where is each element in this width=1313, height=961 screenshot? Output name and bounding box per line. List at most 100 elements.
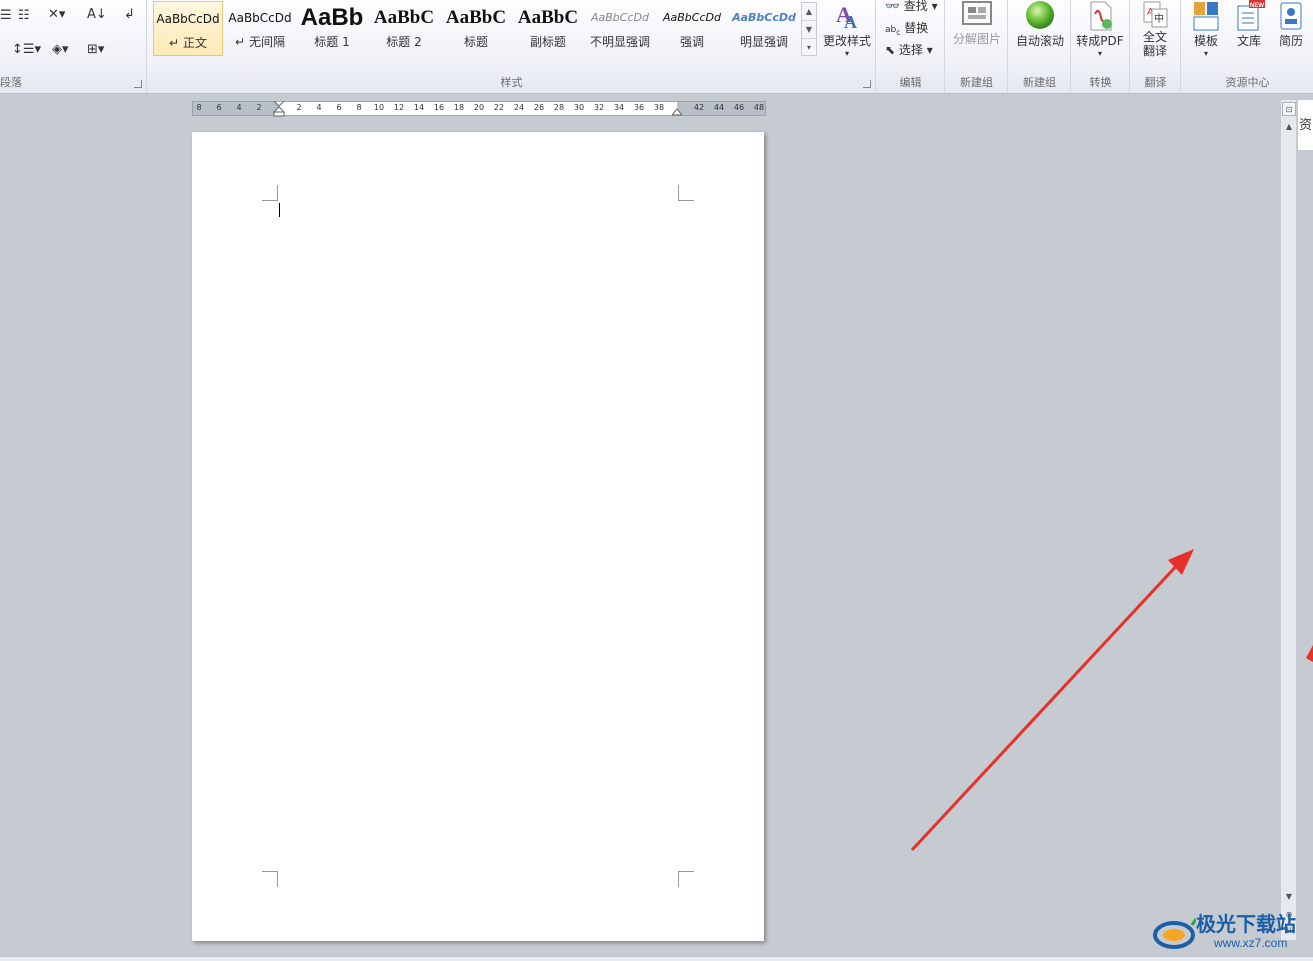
vertical-scrollbar[interactable]: ⊡ ▲ ▼ ⊚ ⇊: [1280, 100, 1296, 940]
ruler-tick-label: 30: [573, 103, 585, 112]
pdf-icon: [1090, 1, 1112, 31]
split-image-icon: [962, 1, 992, 25]
convert-pdf-button[interactable]: 转成PDF ▾: [1072, 0, 1128, 58]
line-spacing-icon[interactable]: ↕☰▾: [12, 42, 41, 57]
ruler-toggle-icon[interactable]: ⊡: [1282, 102, 1296, 116]
svg-text:A: A: [844, 12, 857, 32]
auto-scroll-label: 自动滚动: [1015, 34, 1064, 48]
ruler-tick-label: 16: [433, 103, 445, 112]
svg-text:NEW: NEW: [1250, 3, 1264, 9]
template-button[interactable]: 模板 ▾: [1187, 0, 1225, 58]
ruler-tick-label: 34: [613, 103, 625, 112]
ruler-tick-label: 4: [316, 103, 322, 112]
watermark-url: www.xz7.com: [1214, 936, 1288, 950]
paragraph-launcher-icon[interactable]: [134, 80, 142, 88]
ruler-tick-label: 44: [713, 103, 725, 112]
borders-icon[interactable]: ⊞▾: [87, 42, 104, 57]
chevron-down-icon[interactable]: ▼: [802, 21, 816, 39]
gallery-more-icon[interactable]: ▾: [802, 39, 816, 57]
style-normal[interactable]: AaBbCcDd ↵ 正文: [153, 1, 223, 56]
chinese-layout-icon[interactable]: ✕▾: [48, 7, 65, 22]
status-bar: [0, 956, 1313, 961]
horizontal-ruler[interactable]: 8 6 4 2 2 4 6 8 10 12 14 16 18 20 22 24 26 28 30 32 34 36 38 42…: [192, 101, 766, 117]
split-image-button[interactable]: 分解图片: [948, 0, 1006, 47]
show-marks-icon[interactable]: ↲: [124, 7, 135, 22]
align-justify-icon[interactable]: ☰: [0, 8, 12, 23]
template-icon: [1193, 2, 1219, 31]
resource-group-label: 资源中心: [1225, 76, 1270, 89]
style-sample: AaBbC: [517, 7, 579, 28]
style-title[interactable]: AaBbC 标题: [441, 1, 511, 56]
cursor-icon: ⬉: [885, 43, 896, 57]
ruler-tick-label: 32: [593, 103, 605, 112]
style-heading-1[interactable]: AaBb 标题 1: [297, 1, 367, 56]
margin-corner-bottom-right: [678, 871, 694, 887]
style-sample: AaBbCcDd: [156, 12, 220, 26]
ruler-tick-label: 10: [373, 103, 385, 112]
ruler-tick-label: 2: [296, 103, 302, 112]
new-group-1-label: 新建组: [960, 76, 993, 89]
full-translate-button[interactable]: A 中 全文 翻译: [1131, 0, 1179, 58]
indent-marker-icon[interactable]: [273, 101, 285, 117]
binoculars-icon: 👓: [885, 0, 900, 13]
resource-side-pane[interactable]: 资: [1297, 100, 1313, 150]
chevron-up-icon[interactable]: ▲: [802, 3, 816, 21]
style-sample: AaBbCcDd: [732, 11, 796, 24]
find-button[interactable]: 👓 查找 ▾: [885, 0, 938, 14]
style-name: 明显强调: [739, 35, 788, 49]
style-heading-2[interactable]: AaBbC 标题 2: [369, 1, 439, 56]
style-intense-emphasis[interactable]: AaBbCcDd 明显强调: [729, 1, 799, 56]
shading-icon[interactable]: ◈▾: [52, 42, 69, 57]
ruler-tick-label: 18: [453, 103, 465, 112]
change-styles-button[interactable]: A A 更改样式 ▾: [820, 0, 874, 58]
ruler-tick-label: 36: [633, 103, 645, 112]
change-styles-icon: A A: [836, 2, 857, 32]
document-page[interactable]: [192, 132, 764, 941]
dropdown-arrow-icon: ▾: [1203, 49, 1208, 58]
resume-icon: [1280, 2, 1302, 30]
style-gallery-scroll[interactable]: ▲ ▼ ▾: [801, 2, 817, 56]
translate-group: A 中 全文 翻译 翻译: [1131, 0, 1181, 93]
edit-group-label: 编辑: [899, 76, 922, 89]
style-sample: AaBbCcDd: [663, 11, 721, 24]
resource-group: 模板 ▾ NEW 文库 简历 资源中心: [1182, 0, 1313, 93]
styles-launcher-icon[interactable]: [863, 80, 871, 88]
style-subtitle[interactable]: AaBbC 副标题: [513, 1, 583, 56]
resume-button[interactable]: 简历: [1272, 0, 1310, 49]
style-sample: AaBbC: [373, 7, 435, 28]
ruler-tick-label: 14: [413, 103, 425, 112]
convert-group: 转成PDF ▾ 转换: [1072, 0, 1130, 93]
ruler-tick-label: 26: [533, 103, 545, 112]
replace-button[interactable]: abc 替换: [885, 19, 928, 37]
sort-icon[interactable]: A↓: [87, 7, 107, 22]
new-group-2: 自动滚动 新建组: [1009, 0, 1071, 93]
full-translate-label-2: 翻译: [1142, 44, 1167, 58]
scroll-up-icon[interactable]: ▲: [1282, 120, 1296, 134]
ruler-tick-label: 46: [733, 103, 745, 112]
style-emphasis[interactable]: AaBbCcDd 强调: [657, 1, 727, 56]
style-name: ↵ 正文: [169, 36, 207, 50]
ruler-tick-label: 2: [256, 103, 262, 112]
auto-scroll-button[interactable]: 自动滚动: [1011, 0, 1069, 49]
ruler-tick-label: 6: [336, 103, 342, 112]
green-orb-icon: [1026, 1, 1054, 29]
style-name: ↵ 无间隔: [235, 35, 285, 49]
ruler-tick-label: 8: [196, 103, 202, 112]
distribute-icon[interactable]: ☷: [18, 8, 30, 23]
select-button[interactable]: ⬉ 选择 ▾: [885, 41, 933, 58]
library-button[interactable]: NEW 文库: [1230, 0, 1268, 49]
ruler-tick-label: 48: [753, 103, 765, 112]
margin-corner-bottom-left: [262, 871, 278, 887]
margin-corner-top-left: [262, 185, 278, 201]
styles-group-label: 样式: [500, 76, 523, 89]
convert-group-label: 转换: [1089, 76, 1112, 89]
style-name: 标题: [463, 35, 488, 49]
right-indent-marker-icon[interactable]: [672, 106, 682, 116]
resume-label: 简历: [1278, 34, 1303, 48]
scroll-down-icon[interactable]: ▼: [1282, 890, 1296, 904]
ruler-tick-label: 4: [236, 103, 242, 112]
library-icon: NEW: [1237, 0, 1265, 31]
style-subtle-emphasis[interactable]: AaBbCcDd 不明显强调: [585, 1, 655, 56]
style-no-spacing[interactable]: AaBbCcDd ↵ 无间隔: [225, 1, 295, 56]
library-label: 文库: [1236, 34, 1261, 48]
